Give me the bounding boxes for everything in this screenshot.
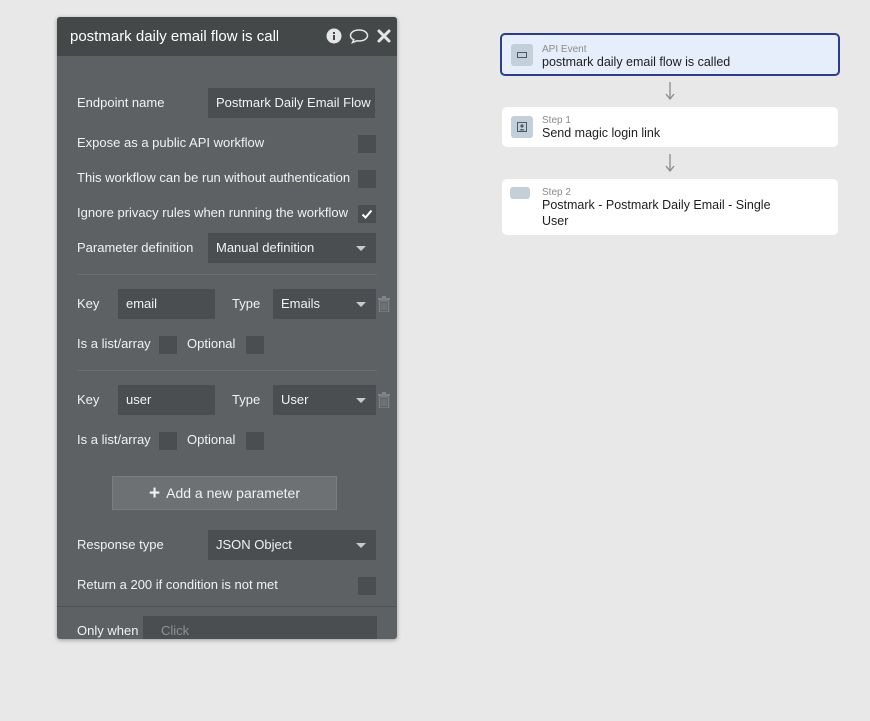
workflow-event-card[interactable]: API Event postmark daily email flow is c… [500,33,840,76]
comment-icon[interactable] [349,28,369,46]
param-type-value: Emails [281,296,321,311]
parameter-definition-value: Manual definition [216,240,315,255]
close-icon[interactable] [376,28,394,46]
optional-label: Optional [187,336,236,351]
expose-public-checkbox[interactable] [358,135,376,153]
param-type-value: User [281,392,309,407]
delete-parameter-icon[interactable] [378,392,390,409]
info-icon[interactable] [326,28,344,46]
arrow-down-icon [665,82,675,100]
divider [77,370,377,371]
step-name: Send magic login link [542,126,661,140]
checkmark-icon [361,209,373,219]
param-type-dropdown[interactable]: User [273,385,376,415]
run-without-auth-label: This workflow can be run without authent… [77,170,351,185]
response-type-value: JSON Object [216,537,292,552]
endpoint-name-input[interactable]: Postmark Daily Email Flow [208,88,375,118]
chevron-down-icon [356,246,366,251]
run-without-auth-checkbox[interactable] [358,170,376,188]
parameter-definition-label: Parameter definition [77,240,194,255]
is-list-checkbox[interactable] [159,336,177,354]
optional-checkbox[interactable] [246,336,264,354]
user-card-icon [511,116,533,138]
expose-public-label: Expose as a public API workflow [77,135,265,150]
ignore-privacy-label: Ignore privacy rules when running the wo… [77,205,348,220]
divider [57,606,397,607]
is-list-label: Is a list/array [77,336,151,351]
add-parameter-button[interactable]: + Add a new parameter [112,476,337,510]
chevron-down-icon [356,543,366,548]
panel-header: postmark daily email flow is called [57,17,397,56]
only-when-condition-input[interactable]: Click [143,616,377,639]
workflow-property-panel: postmark daily email flow is called Endp… [57,17,397,639]
api-event-icon [511,44,533,66]
step-name: Postmark - Postmark Daily Email - Single… [542,198,771,228]
arrow-down-icon [665,154,675,172]
workflow-step-card[interactable]: Step 1 Send magic login link [502,107,838,147]
workflow-step-card[interactable]: Step 2 Postmark - Postmark Daily Email -… [502,179,838,235]
response-type-label: Response type [77,537,164,552]
param-type-label: Type [232,296,261,311]
add-parameter-label: Add a new parameter [166,485,300,501]
chevron-down-icon [356,302,366,307]
return-200-label: Return a 200 if condition is not met [77,577,278,592]
panel-title[interactable]: postmark daily email flow is called [70,28,278,45]
divider [77,274,377,275]
event-name: postmark daily email flow is called [542,55,731,69]
optional-checkbox[interactable] [246,432,264,450]
param-key-label: Key [77,296,100,311]
chevron-down-icon [356,398,366,403]
response-type-dropdown[interactable]: JSON Object [208,530,376,560]
param-type-label: Type [232,392,261,407]
optional-label: Optional [187,432,236,447]
endpoint-name-label: Endpoint name [77,95,165,110]
param-type-dropdown[interactable]: Emails [273,289,376,319]
is-list-checkbox[interactable] [159,432,177,450]
param-key-input[interactable]: email [118,289,215,319]
param-key-input[interactable]: user [118,385,215,415]
parameter-definition-dropdown[interactable]: Manual definition [208,233,376,263]
is-list-label: Is a list/array [77,432,151,447]
only-when-label: Only when [77,623,139,638]
ignore-privacy-checkbox[interactable] [358,205,376,223]
plugin-action-icon [510,187,530,199]
param-key-label: Key [77,392,100,407]
return-200-checkbox[interactable] [358,577,376,595]
plus-icon: + [149,483,161,504]
delete-parameter-icon[interactable] [378,296,390,313]
